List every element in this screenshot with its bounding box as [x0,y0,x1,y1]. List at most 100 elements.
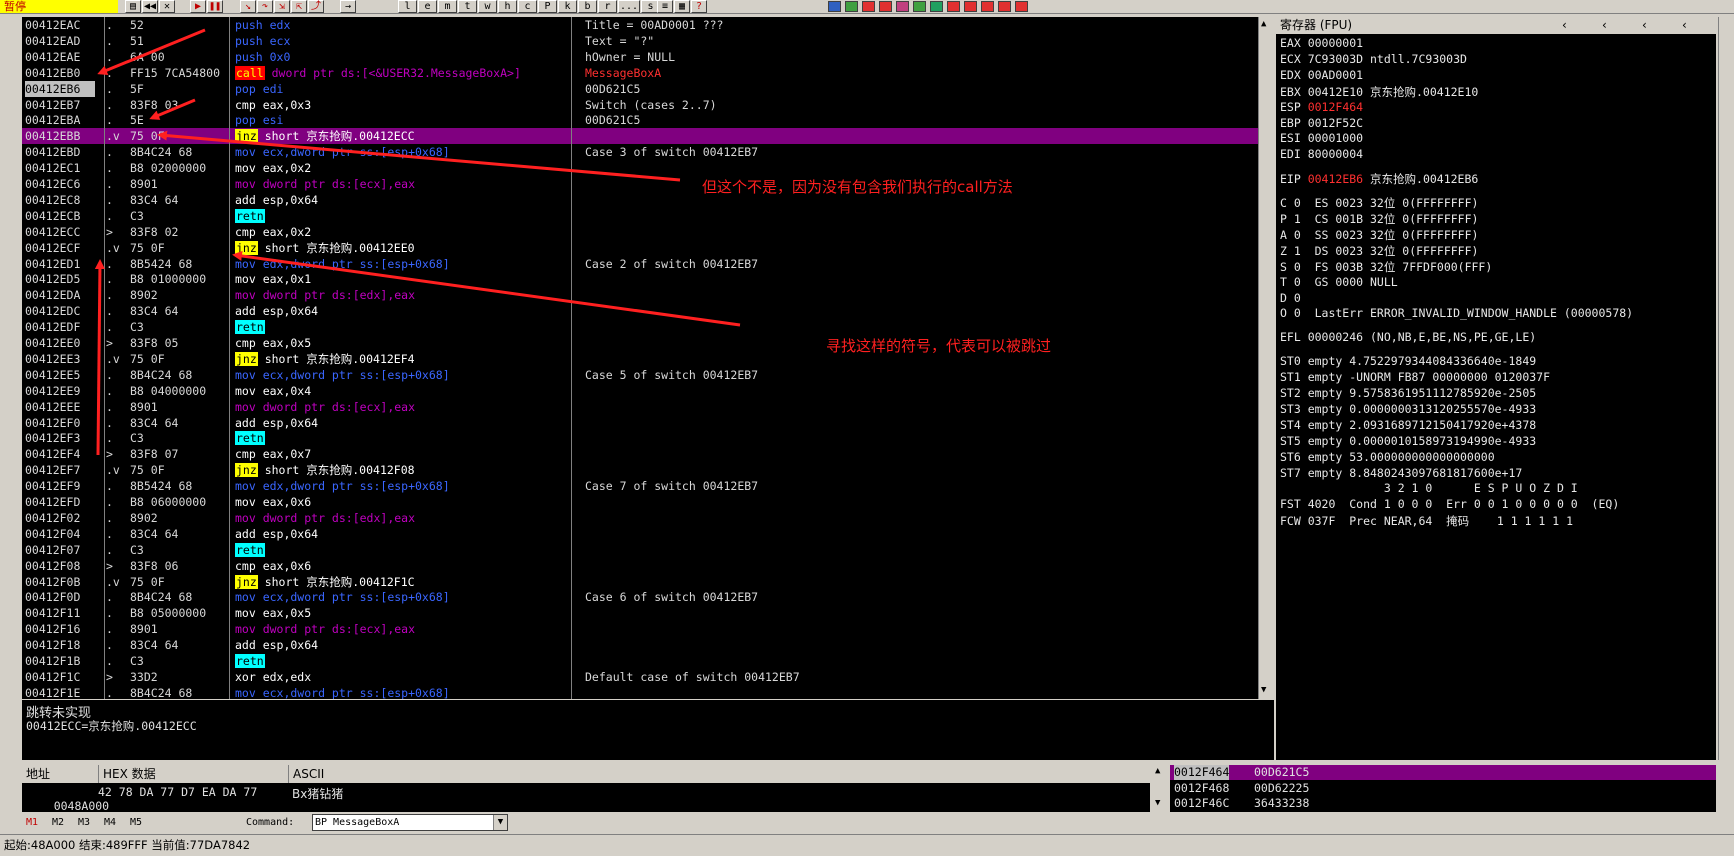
register-line[interactable]: ST0 empty 4.7522979344084336640e-1849 [1280,354,1536,368]
disassembly-row[interactable]: 00412F1C >33D2 xor edx,edx Default case of … [22,669,1262,685]
register-line[interactable]: ST6 empty 53.000000000000000000 [1280,450,1495,464]
scroll-up-icon[interactable]: ▲ [1261,19,1266,29]
window-button-w[interactable]: w [478,0,497,13]
memory-dump-pane[interactable]: 地址 HEX 数据 ASCII 0048A000 42 78 DA 77 D7 … [22,765,1150,812]
disassembly-row[interactable]: 00412EDC. 83C4 64 add esp,0x64 [22,303,1262,319]
register-line[interactable]: P 1 CS 001B 32位 0(FFFFFFFF) [1280,211,1478,227]
stack-scrollbar[interactable] [1718,765,1734,812]
grid-icon[interactable]: ▦ [674,0,690,13]
disassembly-row[interactable]: 00412EAD. 51 push ecx Text = "?" [22,33,1262,49]
disassembly-row[interactable]: 00412F07. C3 retn [22,542,1262,558]
chevron-left-icon[interactable]: ‹ [1642,17,1647,34]
disassembly-row[interactable]: 00412EAC. 52 push edx Title = 00AD0001 ??? [22,17,1262,33]
open-icon[interactable]: ▤ [125,0,141,13]
disassembly-row[interactable]: 00412F08 >83F8 06 cmp eax,0x6 [22,558,1262,574]
disassembly-row[interactable]: 00412EF3. C3 retn [22,430,1262,446]
disassembly-row[interactable]: 00412EEE. 8901 mov dword ptr ds:[ecx],eax [22,399,1262,415]
disassembly-row[interactable]: 00412EF0. 83C4 64 add esp,0x64 [22,415,1262,431]
run-icon[interactable]: ▶ [190,0,206,13]
disassembly-row[interactable]: 00412EBA. 5E pop esi 00D621C5 [22,112,1262,128]
register-line[interactable]: FST 4020 Cond 1 0 0 0 Err 0 0 1 0 0 0 0 … [1280,497,1619,511]
disassembly-row[interactable]: 00412EAE. 6A 00 push 0x0 hOwner = NULL [22,49,1262,65]
disassembly-row[interactable]: 00412ED1. 8B5424 68 mov edx,dword ptr ss:[… [22,256,1262,272]
disassembly-row[interactable]: 00412EDA. 8902 mov dword ptr ds:[edx],eax [22,287,1262,303]
plugin-icon[interactable] [947,1,960,12]
register-line[interactable]: ST1 empty -UNORM FB87 00000000 0120037F [1280,370,1550,384]
disassembly-row[interactable]: 00412ECC >83F8 02 cmp eax,0x2 [22,224,1262,240]
disassembly-pane[interactable]: 00412EAC. 52 push edx Title = 00AD0001 ??? 0… [22,17,1262,699]
close-icon[interactable]: ✕ [159,0,175,13]
window-button-e[interactable]: e [418,0,437,13]
disassembly-row[interactable]: 00412ECB. C3 retn [22,208,1262,224]
registers-header[interactable]: 寄存器 (FPU) ‹ ‹ ‹ ‹ [1276,17,1716,34]
list-icon[interactable]: ≡ [657,0,673,13]
register-line[interactable]: ESI 00001000 [1280,131,1363,145]
disassembly-row[interactable]: 00412EF4 >83F8 07 cmp eax,0x7 [22,446,1262,462]
stack-row[interactable]: 0012F468 00D62225 [1170,781,1716,796]
scroll-down-icon[interactable]: ▼ [1261,685,1266,695]
dump-col-ascii[interactable]: ASCII [288,765,324,783]
disassembly-row[interactable]: 00412EC6. 8901 mov dword ptr ds:[ecx],eax [22,176,1262,192]
disassembly-row[interactable]: 00412ED5. B8 01000000 mov eax,0x1 [22,271,1262,287]
register-line[interactable]: EBP 0012F52C [1280,116,1363,130]
chevron-left-icon[interactable]: ‹ [1562,17,1567,34]
register-line[interactable]: ST4 empty 2.0931689712150417920e+4378 [1280,418,1536,432]
register-line[interactable]: 3 2 1 0 E S P U O Z D I [1280,481,1578,495]
scroll-up-icon[interactable]: ▲ [1155,766,1160,776]
disassembly-vertical-scrollbar[interactable]: ▲ ▼ [1258,17,1274,699]
register-line[interactable]: A 0 SS 0023 32位 0(FFFFFFFF) [1280,227,1478,243]
disassembly-row[interactable]: 00412F1B. C3 retn [22,653,1262,669]
stack-row[interactable]: 0012F464 00D621C5 [1170,765,1716,780]
disassembly-row[interactable]: 00412F04. 83C4 64 add esp,0x64 [22,526,1262,542]
register-line[interactable]: ECX 7C93003D ntdll.7C93003D [1280,52,1467,66]
disassembly-row[interactable]: 00412EB6. 5F pop edi 00D621C5 [22,80,1262,97]
disassembly-row[interactable]: 00412F1E. 8B4C24 68 mov ecx,dword ptr ss:[… [22,685,1262,699]
plugin-icon[interactable] [981,1,994,12]
register-line[interactable]: O 0 LastErr ERROR_INVALID_WINDOW_HANDLE … [1280,306,1633,320]
disassembly-row[interactable]: 00412F11. B8 05000000 mov eax,0x5 [22,605,1262,621]
memory-tab-m5[interactable]: M5 [130,817,142,828]
register-line[interactable]: EFL 00000246 (NO,NB,E,BE,NS,PE,GE,LE) [1280,330,1536,344]
disassembly-row[interactable]: 00412EF7 .v 75 0F jnz short 京东抢购.00412F08 [22,462,1262,478]
goto-icon[interactable]: → [340,0,356,13]
window-button-r[interactable]: r [598,0,617,13]
register-line[interactable]: EAX 00000001 [1280,36,1363,50]
memory-tab-m2[interactable]: M2 [52,817,64,828]
window-button-h[interactable]: h [498,0,517,13]
plugin-icon[interactable] [998,1,1011,12]
register-line[interactable]: ST5 empty 0.0000010158973194990e-4933 [1280,434,1536,448]
stack-row[interactable]: 0012F46C 36433238 [1170,796,1716,811]
window-button-t[interactable]: t [458,0,477,13]
dump-col-address[interactable]: 地址 [26,765,50,783]
disassembly-row[interactable]: 00412EB0. FF15 7CA54800 call dword ptr ds:… [22,65,1262,81]
disassembly-row[interactable]: 00412EC1. B8 02000000 mov eax,0x2 [22,160,1262,176]
register-line[interactable]: FCW 037F Prec NEAR,64 掩码 1 1 1 1 1 1 [1280,513,1573,529]
register-line[interactable]: S 0 FS 003B 32位 7FFDF000(FFF) [1280,259,1492,275]
register-line[interactable]: C 0 ES 0023 32位 0(FFFFFFFF) [1280,195,1478,211]
plugin-icon[interactable] [913,1,926,12]
dump-col-hex[interactable]: HEX 数据 [98,765,156,783]
dump-row[interactable]: 0048A000 [26,785,109,812]
register-line[interactable]: ST2 empty 9.5758361951112785920e-2505 [1280,386,1536,400]
window-button-c[interactable]: c [518,0,537,13]
trace-into-icon[interactable]: ⇲ [274,0,290,13]
disassembly-row[interactable]: 00412EE3 .v 75 0F jnz short 京东抢购.00412EF4 [22,351,1262,367]
disassembly-row[interactable]: 00412EE0 >83F8 05 cmp eax,0x5 [22,335,1262,351]
stack-pane[interactable]: 0012F464 00D621C5 0012F468 00D62225 0012F46C… [1170,765,1716,812]
plugin-icon[interactable] [862,1,875,12]
disassembly-row[interactable]: 00412EBD. 8B4C24 68 mov ecx,dword ptr ss:[… [22,144,1262,160]
disassembly-row[interactable]: 00412EDF. C3 retn [22,319,1262,335]
window-button-p[interactable]: P [538,0,557,13]
disassembly-row[interactable]: 00412EB7. 83F8 03 cmp eax,0x3 Switch (cases… [22,97,1262,113]
execute-till-return-icon[interactable]: ⤴ [308,0,324,13]
step-into-icon[interactable]: ↘ [240,0,256,13]
help-icon[interactable]: ? [691,0,707,13]
register-line[interactable]: D 0 [1280,291,1301,305]
register-line[interactable]: EDX 00AD0001 [1280,68,1363,82]
window-button-m[interactable]: m [438,0,457,13]
register-line[interactable]: Z 1 DS 0023 32位 0(FFFFFFFF) [1280,243,1478,259]
window-button-more[interactable]: ... [618,0,640,13]
chevron-down-icon[interactable]: ▼ [493,815,507,830]
disassembly-row[interactable]: 00412F02. 8902 mov dword ptr ds:[edx],eax [22,510,1262,526]
register-line[interactable]: ST7 empty 8.8480243097681817600e+17 [1280,466,1522,480]
